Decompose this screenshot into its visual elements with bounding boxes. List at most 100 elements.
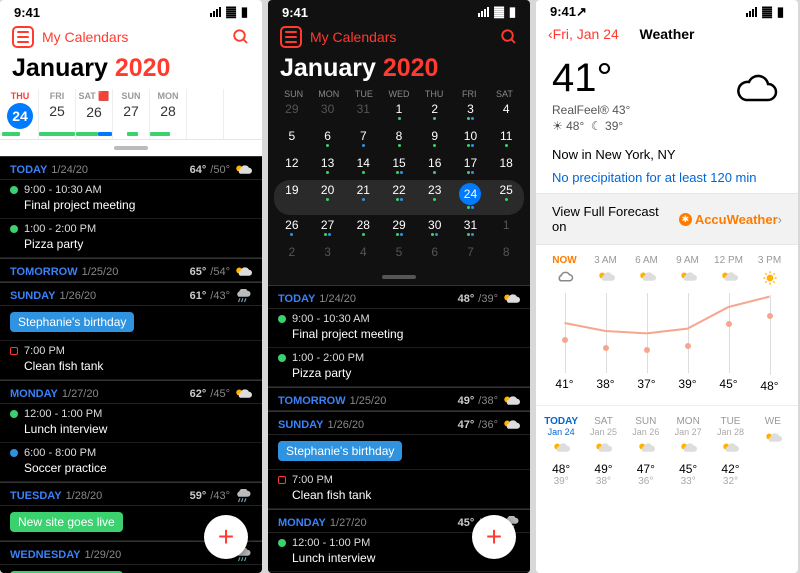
- month-day-cell[interactable]: 24: [453, 180, 489, 215]
- add-event-button[interactable]: +: [472, 515, 516, 559]
- drag-handle[interactable]: [114, 146, 148, 150]
- agenda-event[interactable]: New site goes live: [0, 565, 262, 573]
- status-time: 9:41↗: [550, 4, 587, 20]
- week-day-cell[interactable]: [224, 89, 260, 139]
- accuweather-logo-icon: ✱: [679, 213, 692, 226]
- month-day-cell[interactable]: 29: [274, 99, 310, 126]
- agenda-event[interactable]: Stephanie's birthday: [268, 435, 530, 470]
- month-day-cell[interactable]: 14: [345, 153, 381, 180]
- hourly-forecast[interactable]: NOW41°3 AM38°6 AM37°9 AM39°12 PM45°3 PM4…: [536, 245, 798, 406]
- agenda-event[interactable]: Stephanie's birthday: [0, 306, 262, 341]
- month-day-cell[interactable]: 21: [345, 180, 381, 215]
- month-day-cell[interactable]: 5: [274, 126, 310, 153]
- month-day-cell[interactable]: 22: [381, 180, 417, 215]
- status-icons: ䷀▮: [746, 4, 784, 20]
- month-day-cell[interactable]: 23: [417, 180, 453, 215]
- my-calendars-link[interactable]: My Calendars: [310, 29, 396, 45]
- month-day-cell[interactable]: 4: [345, 242, 381, 269]
- hi-lo: ☀ 48° ☾ 39°: [552, 119, 782, 133]
- month-day-cell[interactable]: 3: [453, 99, 489, 126]
- month-day-cell[interactable]: 30: [417, 215, 453, 242]
- month-day-cell[interactable]: 16: [417, 153, 453, 180]
- month-day-cell[interactable]: 7: [453, 242, 489, 269]
- week-strip[interactable]: THU24FRI25SAT 🟥26SUN27MON28: [0, 89, 262, 140]
- month-day-cell[interactable]: 10: [453, 126, 489, 153]
- month-day-cell[interactable]: 31: [453, 215, 489, 242]
- agenda-event[interactable]: 12:00 - 1:00 PMLunch interview: [0, 404, 262, 443]
- agenda-event[interactable]: 7:00 PMClean fish tank: [0, 341, 262, 380]
- week-day-cell[interactable]: SAT 🟥26: [76, 89, 113, 139]
- location-label: Now in New York, NY: [536, 141, 798, 168]
- status-icons: ䷀▮: [478, 4, 516, 20]
- agenda-event[interactable]: 1:00 - 2:00 PMPizza party: [268, 348, 530, 387]
- month-day-cell[interactable]: 3: [310, 242, 346, 269]
- agenda-event[interactable]: 6:00 - 8:00 PMSoccer practice: [0, 443, 262, 482]
- week-day-cell[interactable]: SUN27: [113, 89, 150, 139]
- drag-handle[interactable]: [382, 275, 416, 279]
- month-day-cell[interactable]: 5: [381, 242, 417, 269]
- menu-icon[interactable]: [12, 26, 34, 48]
- my-calendars-link[interactable]: My Calendars: [42, 29, 128, 45]
- month-day-cell[interactable]: 2: [274, 242, 310, 269]
- month-day-cell[interactable]: 28: [345, 215, 381, 242]
- daily-column[interactable]: SATJan 2549°38°: [582, 416, 624, 487]
- search-icon[interactable]: [500, 28, 518, 46]
- status-bar: 9:41 ䷀▮: [268, 0, 530, 20]
- month-day-cell[interactable]: 4: [488, 99, 524, 126]
- agenda-event[interactable]: 9:00 - 10:30 AMFinal project meeting: [268, 309, 530, 348]
- month-day-cell[interactable]: 17: [453, 153, 489, 180]
- agenda-event[interactable]: 1:00 - 2:00 PMPizza party: [0, 219, 262, 258]
- month-day-cell[interactable]: 1: [381, 99, 417, 126]
- month-day-cell[interactable]: 2: [417, 99, 453, 126]
- month-day-cell[interactable]: 26: [274, 215, 310, 242]
- agenda-day-header: TOMORROW1/25/2065°/54°: [0, 258, 262, 282]
- month-day-cell[interactable]: 7: [345, 126, 381, 153]
- chevron-right-icon: ›: [778, 212, 782, 227]
- month-day-cell[interactable]: 27: [310, 215, 346, 242]
- month-day-cell[interactable]: 1: [488, 215, 524, 242]
- agenda-day-header: SUNDAY1/26/2047°/36°: [268, 411, 530, 435]
- month-day-cell[interactable]: 30: [310, 99, 346, 126]
- status-bar: 9:41↗ ䷀▮: [536, 0, 798, 20]
- agenda-list[interactable]: TODAY1/24/2064°/50°9:00 - 10:30 AMFinal …: [0, 156, 262, 573]
- week-day-cell[interactable]: FRI25: [39, 89, 76, 139]
- month-day-cell[interactable]: 18: [488, 153, 524, 180]
- agenda-day-header: TUESDAY1/28/2059°/43°: [0, 482, 262, 506]
- year-label: 2020: [115, 54, 171, 82]
- agenda-event[interactable]: 7:00 PMClean fish tank: [268, 470, 530, 509]
- month-day-cell[interactable]: 11: [488, 126, 524, 153]
- month-day-cell[interactable]: 25: [488, 180, 524, 215]
- month-day-cell[interactable]: 8: [488, 242, 524, 269]
- month-day-cell[interactable]: 9: [417, 126, 453, 153]
- month-day-cell[interactable]: 12: [274, 153, 310, 180]
- agenda-day-header: TODAY1/24/2048°/39°: [268, 285, 530, 309]
- daily-column[interactable]: MONJan 2745°33°: [667, 416, 709, 487]
- week-day-cell[interactable]: [187, 89, 224, 139]
- agenda-day-header: TODAY1/24/2064°/50°: [0, 156, 262, 180]
- agenda-event[interactable]: 9:00 - 10:30 AMFinal project meeting: [0, 180, 262, 219]
- daily-column[interactable]: TODAYJan 2448°39°: [540, 416, 582, 487]
- daily-forecast[interactable]: TODAYJan 2448°39°SATJan 2549°38°SUNJan 2…: [536, 406, 798, 497]
- add-event-button[interactable]: +: [204, 515, 248, 559]
- menu-icon[interactable]: [280, 26, 302, 48]
- month-day-cell[interactable]: 20: [310, 180, 346, 215]
- month-label: January: [12, 54, 115, 82]
- month-day-cell[interactable]: 8: [381, 126, 417, 153]
- month-day-cell[interactable]: 6: [310, 126, 346, 153]
- week-day-cell[interactable]: THU24: [2, 89, 39, 139]
- month-day-cell[interactable]: 6: [417, 242, 453, 269]
- month-day-cell[interactable]: 29: [381, 215, 417, 242]
- daily-column[interactable]: WE: [752, 416, 794, 487]
- agenda-day-header: SUNDAY1/26/2061°/43°: [0, 282, 262, 306]
- daily-column[interactable]: TUEJan 2842°32°: [709, 416, 751, 487]
- month-day-cell[interactable]: 19: [274, 180, 310, 215]
- year-label: 2020: [383, 54, 439, 82]
- month-day-cell[interactable]: 15: [381, 153, 417, 180]
- month-day-cell[interactable]: 31: [345, 99, 381, 126]
- full-forecast-link[interactable]: View Full Forecast on ✱ AccuWeather ›: [536, 193, 798, 245]
- search-icon[interactable]: [232, 28, 250, 46]
- month-grid[interactable]: 2930311234567891011121314151617181920212…: [268, 99, 530, 269]
- week-day-cell[interactable]: MON28: [150, 89, 187, 139]
- daily-column[interactable]: SUNJan 2647°36°: [625, 416, 667, 487]
- month-day-cell[interactable]: 13: [310, 153, 346, 180]
